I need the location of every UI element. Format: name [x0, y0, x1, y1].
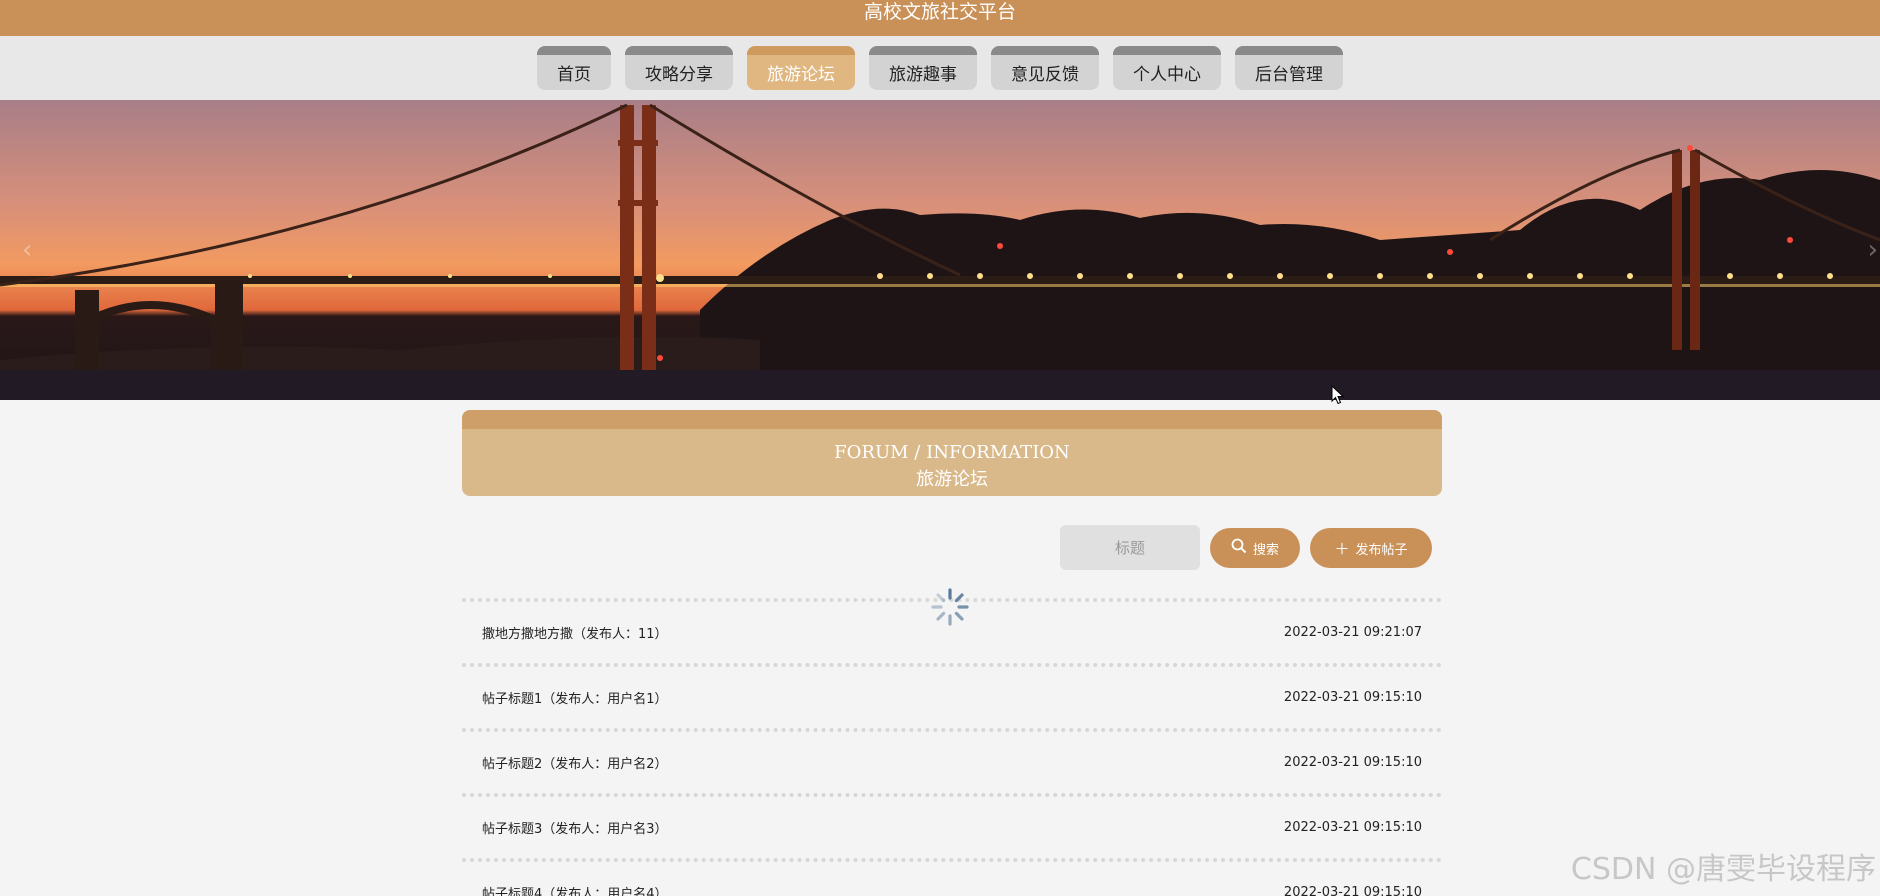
post-title: 帖子标题1（发布人：用户名1） — [482, 692, 668, 707]
list-item[interactable]: 帖子标题3（发布人：用户名3） 2022-03-21 09:15:10 — [462, 793, 1442, 858]
post-title: 帖子标题2（发布人：用户名2） — [482, 757, 668, 772]
nav-item-profile[interactable]: 个人中心 — [1113, 46, 1221, 90]
nav-item-feedback[interactable]: 意见反馈 — [991, 46, 1099, 90]
list-item[interactable]: 帖子标题2（发布人：用户名2） 2022-03-21 09:15:10 — [462, 728, 1442, 793]
section-header-strip — [462, 410, 1442, 429]
search-button-label: 搜索 — [1252, 542, 1279, 558]
post-title: 帖子标题3（发布人：用户名3） — [482, 822, 668, 837]
post-time: 2022-03-21 09:15:10 — [1283, 885, 1422, 896]
list-item[interactable]: 帖子标题4（发布人：用户名4） 2022-03-21 09:15:10 — [462, 858, 1442, 896]
new-post-button[interactable]: ＋ 发布帖子 — [1310, 528, 1432, 568]
post-list: 撒地方撒地方撒（发布人：11） 2022-03-21 09:21:07 帖子标题… — [462, 598, 1442, 896]
search-icon — [1231, 538, 1247, 558]
nav-item-guides[interactable]: 攻略分享 — [625, 46, 733, 90]
post-time: 2022-03-21 09:15:10 — [1283, 690, 1422, 705]
nav-item-stories[interactable]: 旅游趣事 — [869, 46, 977, 90]
post-time: 2022-03-21 09:21:07 — [1283, 625, 1422, 640]
site-header: 高校文旅社交平台 — [0, 0, 1880, 36]
mouse-cursor-icon — [1331, 385, 1345, 405]
banner-image — [0, 103, 1880, 400]
nav-item-forum[interactable]: 旅游论坛 — [747, 46, 855, 90]
nav-item-admin[interactable]: 后台管理 — [1235, 46, 1343, 90]
section-title-cn: 旅游论坛 — [916, 469, 988, 490]
list-item[interactable]: 帖子标题1（发布人：用户名1） 2022-03-21 09:15:10 — [462, 663, 1442, 728]
new-post-button-label: 发布帖子 — [1355, 542, 1408, 558]
chevron-right-icon[interactable]: › — [1868, 235, 1878, 265]
loading-spinner-icon — [931, 588, 969, 626]
banner-carousel: ‹ › — [0, 100, 1880, 400]
post-title: 撒地方撒地方撒（发布人：11） — [482, 627, 668, 642]
section-title-en: FORUM / INFORMATION — [834, 442, 1070, 463]
search-button[interactable]: 搜索 — [1210, 528, 1300, 568]
title-search-input[interactable] — [1060, 525, 1200, 570]
section-header: FORUM / INFORMATION 旅游论坛 — [462, 410, 1442, 496]
site-title: 高校文旅社交平台 — [863, 1, 1016, 23]
main-nav: 首页 攻略分享 旅游论坛 旅游趣事 意见反馈 个人中心 后台管理 — [0, 36, 1880, 100]
post-time: 2022-03-21 09:15:10 — [1283, 820, 1422, 835]
watermark: CSDN @唐雯毕设程序 — [1570, 852, 1876, 887]
nav-item-home[interactable]: 首页 — [537, 46, 611, 90]
post-title: 帖子标题4（发布人：用户名4） — [482, 887, 668, 896]
chevron-left-icon[interactable]: ‹ — [22, 235, 32, 265]
plus-icon: ＋ — [1334, 539, 1350, 558]
post-time: 2022-03-21 09:15:10 — [1283, 755, 1422, 770]
